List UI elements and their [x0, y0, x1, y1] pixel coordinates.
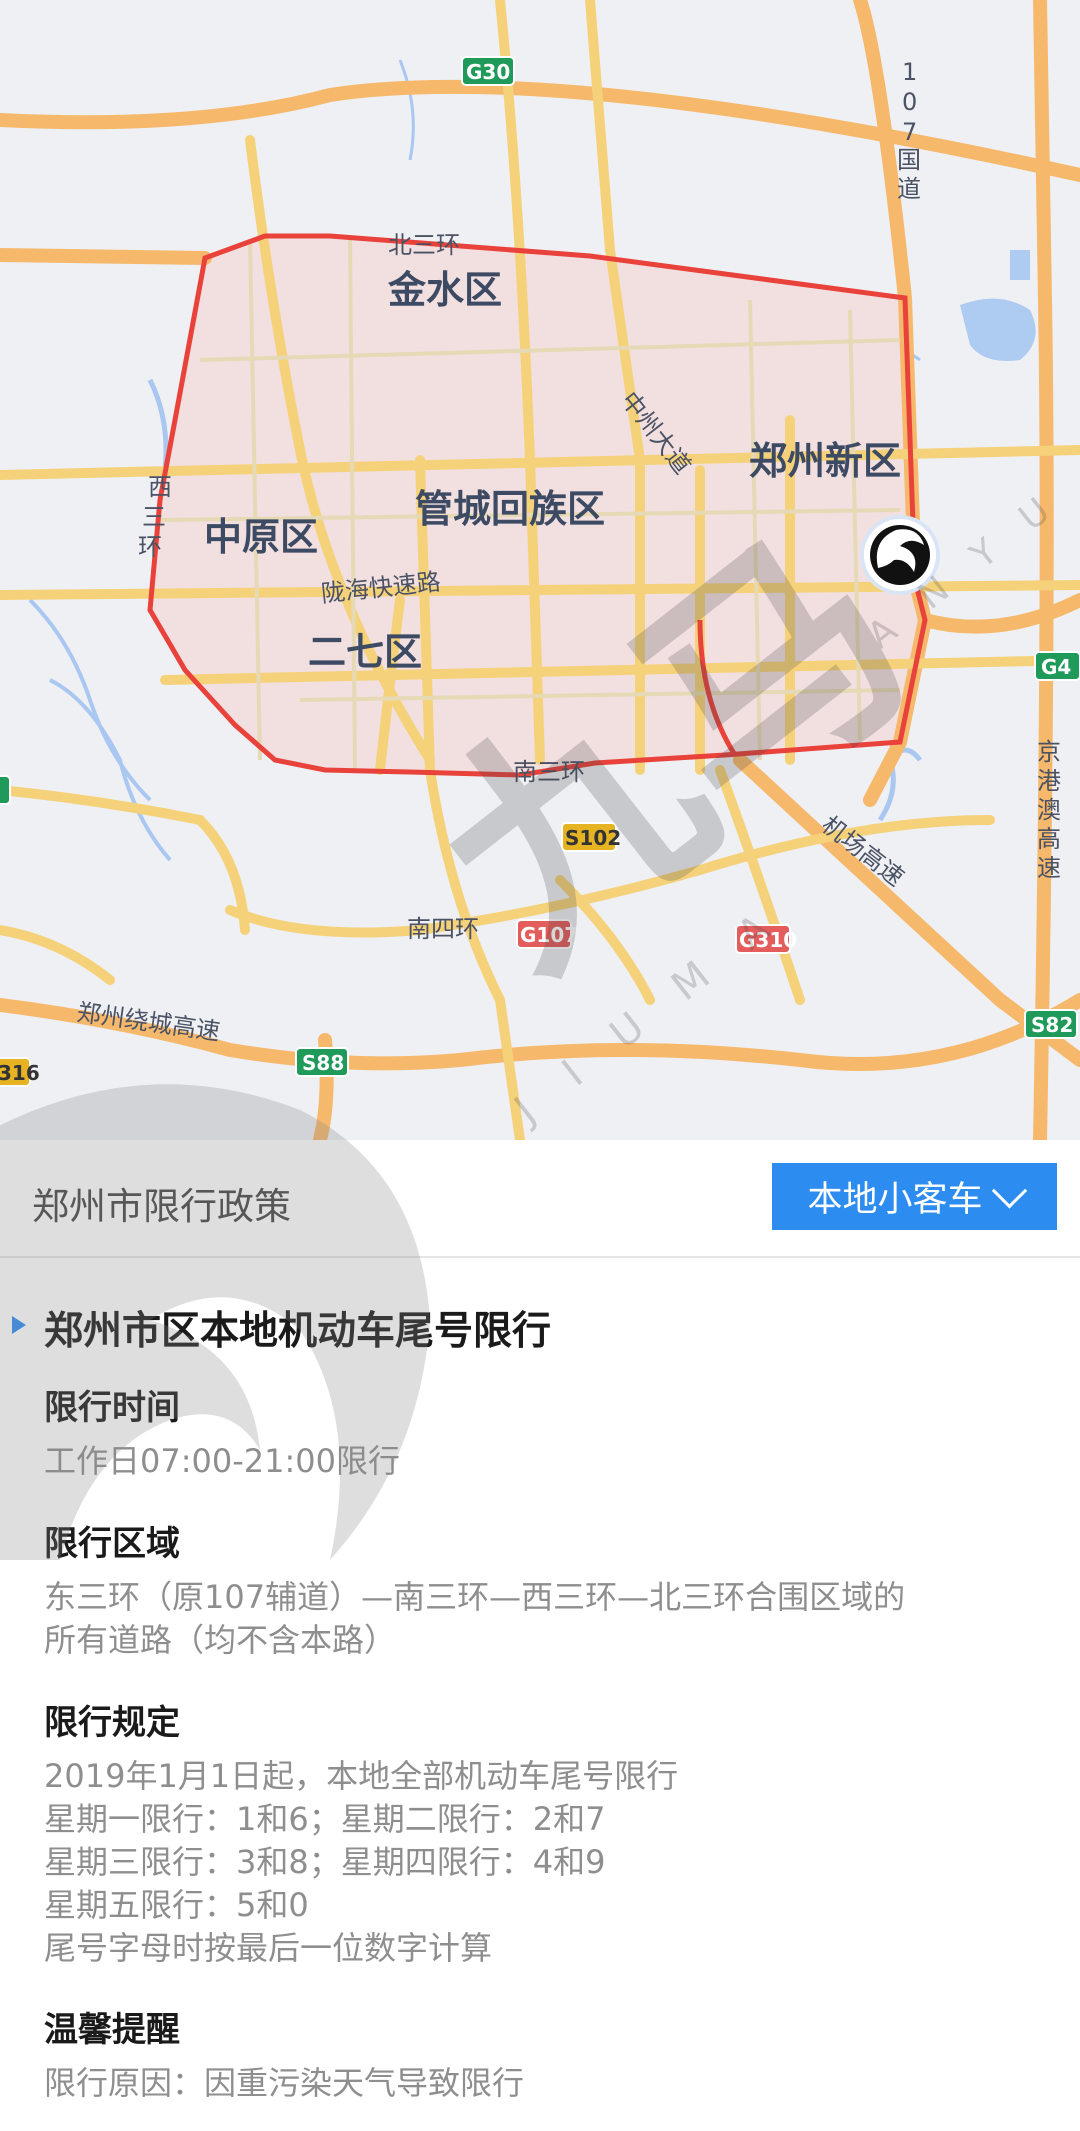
svg-text:S82: S82 [1031, 1013, 1073, 1037]
svg-text:三: 三 [142, 503, 166, 531]
policy-title: 郑州市限行政策 [32, 1185, 291, 1228]
svg-text:西: 西 [148, 473, 172, 501]
time-heading: 限行时间 [44, 1388, 180, 1428]
svg-text:环: 环 [138, 533, 162, 561]
rules-text: 2019年1月1日起，本地全部机动车尾号限行 星期一限行：1和6；星期二限行：2… [44, 1757, 679, 1967]
svg-text:G107: G107 [520, 923, 578, 947]
rules-heading: 限行规定 [44, 1703, 180, 1743]
svg-text:速: 速 [1037, 854, 1061, 882]
svg-text:G4: G4 [1041, 655, 1071, 679]
shield-316: 316 [0, 1057, 40, 1087]
svg-text:316: 316 [0, 1061, 40, 1085]
shield-g310: G310 [735, 924, 797, 954]
svg-text:国: 国 [897, 146, 921, 174]
district-zhengzhou-new: 郑州新区 [749, 439, 901, 483]
section-arrow-icon [12, 1316, 26, 1334]
road-south-ring: 南三环 [513, 758, 585, 786]
restriction-map[interactable]: 金水区 管城回族区 中原区 二七区 郑州新区 北三环 南三环 南四环 陇海快速路… [0, 0, 1080, 1140]
shield-s82: S82 [1024, 1009, 1078, 1039]
reminder-text: 限行原因：因重污染天气导致限行 [44, 2064, 525, 2102]
shield-s102: S102 [561, 822, 621, 852]
panel-header: 郑州市限行政策 本地小客车 [0, 1140, 1080, 1258]
district-erqi: 二七区 [308, 630, 422, 674]
road-national-107: 1 0 7 国 道 [897, 58, 921, 203]
map-canvas: 金水区 管城回族区 中原区 二七区 郑州新区 北三环 南三环 南四环 陇海快速路… [0, 0, 1080, 1140]
svg-text:G310: G310 [739, 928, 797, 952]
shield-g107: G107 [516, 919, 578, 949]
svg-text:0: 0 [902, 88, 917, 116]
shield-g4: G4 [1034, 651, 1080, 681]
reminder-heading: 温馨提醒 [44, 2010, 180, 2050]
chevron-down-icon [991, 1173, 1027, 1209]
road-south-fourth-ring: 南四环 [407, 915, 479, 943]
shield-left-edge [0, 775, 11, 805]
svg-text:G30: G30 [466, 60, 510, 84]
section-title: 郑州市区本地机动车尾号限行 [44, 1309, 552, 1354]
policy-panel: 郑州市限行政策 本地小客车 郑州市区本地机动车尾号限行 限行时间 工作日07:0… [0, 1140, 1080, 2131]
location-marker-icon[interactable] [860, 515, 940, 595]
svg-text:S88: S88 [302, 1051, 344, 1075]
district-zhongyuan: 中原区 [204, 515, 318, 559]
shield-s88: S88 [295, 1047, 349, 1077]
svg-text:澳: 澳 [1037, 796, 1061, 824]
time-text: 工作日07:00-21:00限行 [44, 1442, 400, 1480]
svg-text:1: 1 [902, 58, 917, 86]
svg-text:京: 京 [1037, 738, 1061, 766]
shield-g30: G30 [461, 56, 515, 86]
road-north-ring: 北三环 [388, 231, 460, 259]
area-heading: 限行区域 [44, 1524, 180, 1564]
svg-text:高: 高 [1037, 825, 1061, 853]
svg-text:S102: S102 [565, 826, 621, 850]
area-text: 东三环（原107辅道）—南三环—西三环—北三环合围区域的 所有道路（均不含本路） [44, 1578, 906, 1659]
road-jinggang-expressway: 京 港 澳 高 速 [1037, 738, 1061, 882]
district-jinshui: 金水区 [387, 268, 502, 312]
svg-text:港: 港 [1037, 767, 1061, 795]
road-ring-expressway: 郑州绕城高速 [75, 998, 221, 1046]
svg-text:道: 道 [897, 175, 921, 203]
district-guancheng: 管城回族区 [415, 487, 605, 531]
vehicle-type-label: 本地小客车 [807, 1180, 983, 1220]
svg-text:7: 7 [902, 118, 917, 146]
vehicle-type-dropdown[interactable]: 本地小客车 [772, 1163, 1057, 1230]
